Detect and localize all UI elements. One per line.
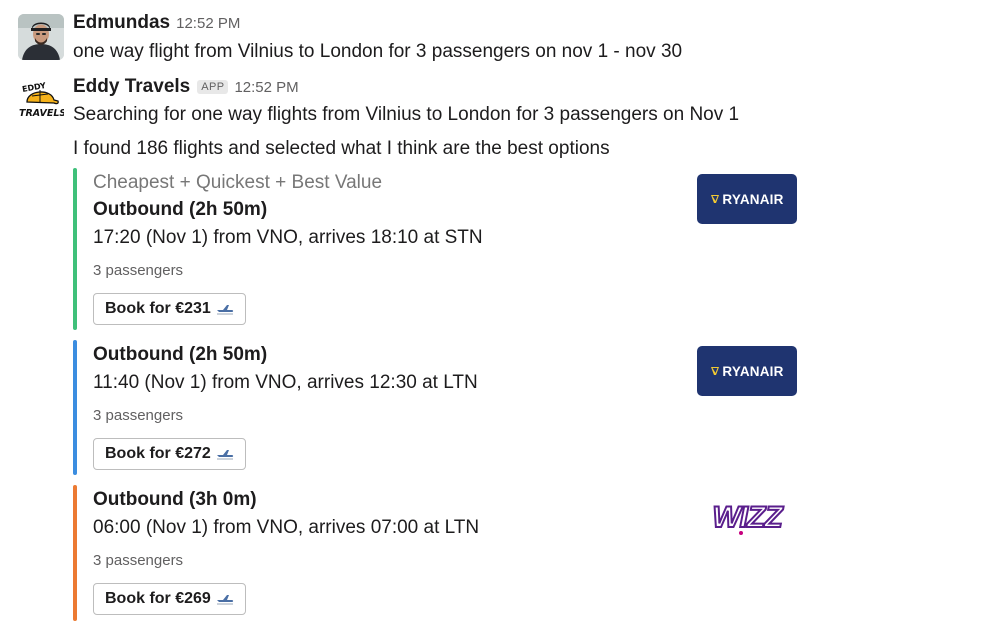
option-title: Outbound (2h 50m) — [93, 199, 268, 220]
flight-option-card: Cheapest + Quickest + Best Value Outboun… — [73, 168, 803, 330]
flight-option-card: Outbound (3h 0m) 06:00 (Nov 1) from VNO,… — [73, 485, 803, 621]
option-detail: 17:20 (Nov 1) from VNO, arrives 18:10 at… — [93, 227, 483, 248]
airline-name: RYANAIR — [722, 191, 784, 207]
book-button[interactable]: Book for €269 — [93, 583, 246, 615]
airline-name: RYANAIR — [722, 363, 784, 379]
sender-name[interactable]: Eddy Travels — [73, 76, 190, 98]
ryanair-harp-icon — [711, 195, 720, 203]
ryanair-harp-icon — [711, 367, 720, 375]
attachment-color-bar — [73, 485, 77, 621]
slack-conversation: Edmundas 12:52 PM one way flight from Vi… — [0, 0, 1000, 625]
ryanair-logo: RYANAIR — [697, 174, 797, 224]
wizz-logo: WIZZ — [711, 500, 786, 535]
ryanair-logo: RYANAIR — [697, 346, 797, 396]
message-text: I found 186 flights and selected what I … — [73, 138, 610, 159]
option-detail: 06:00 (Nov 1) from VNO, arrives 07:00 at… — [93, 517, 480, 538]
eddy-travels-logo[interactable]: EDDY TRAVELS — [18, 76, 64, 122]
timestamp[interactable]: 12:52 PM — [176, 15, 240, 32]
option-title: Outbound (3h 0m) — [93, 489, 257, 510]
book-button[interactable]: Book for €272 — [93, 438, 246, 470]
attachment-color-bar — [73, 340, 77, 475]
airplane-icon — [216, 450, 233, 460]
book-button-label: Book for €272 — [105, 445, 211, 462]
message-header: Edmundas 12:52 PM — [73, 12, 240, 34]
option-title: Outbound (2h 50m) — [93, 344, 268, 365]
user-avatar[interactable] — [18, 14, 64, 60]
timestamp[interactable]: 12:52 PM — [234, 79, 298, 96]
attachment-color-bar — [73, 168, 77, 330]
app-badge: APP — [197, 80, 229, 94]
message-header: Eddy Travels APP 12:52 PM — [73, 76, 299, 98]
passenger-count: 3 passengers — [93, 262, 184, 279]
passenger-count: 3 passengers — [93, 407, 184, 424]
message-text: Searching for one way flights from Vilni… — [73, 104, 740, 125]
book-button-label: Book for €269 — [105, 590, 211, 607]
sender-name[interactable]: Edmundas — [73, 12, 170, 34]
book-button-label: Book for €231 — [105, 300, 211, 317]
airplane-icon — [216, 595, 233, 605]
book-button[interactable]: Book for €231 — [93, 293, 246, 325]
flight-option-card: Outbound (2h 50m) 11:40 (Nov 1) from VNO… — [73, 340, 803, 475]
option-pretext: Cheapest + Quickest + Best Value — [93, 172, 383, 193]
message-text: one way flight from Vilnius to London fo… — [73, 41, 683, 62]
airplane-icon — [216, 305, 233, 315]
svg-text:WIZZ: WIZZ — [712, 501, 784, 534]
option-detail: 11:40 (Nov 1) from VNO, arrives 12:30 at… — [93, 372, 478, 393]
passenger-count: 3 passengers — [93, 552, 184, 569]
svg-text:TRAVELS: TRAVELS — [19, 108, 64, 119]
